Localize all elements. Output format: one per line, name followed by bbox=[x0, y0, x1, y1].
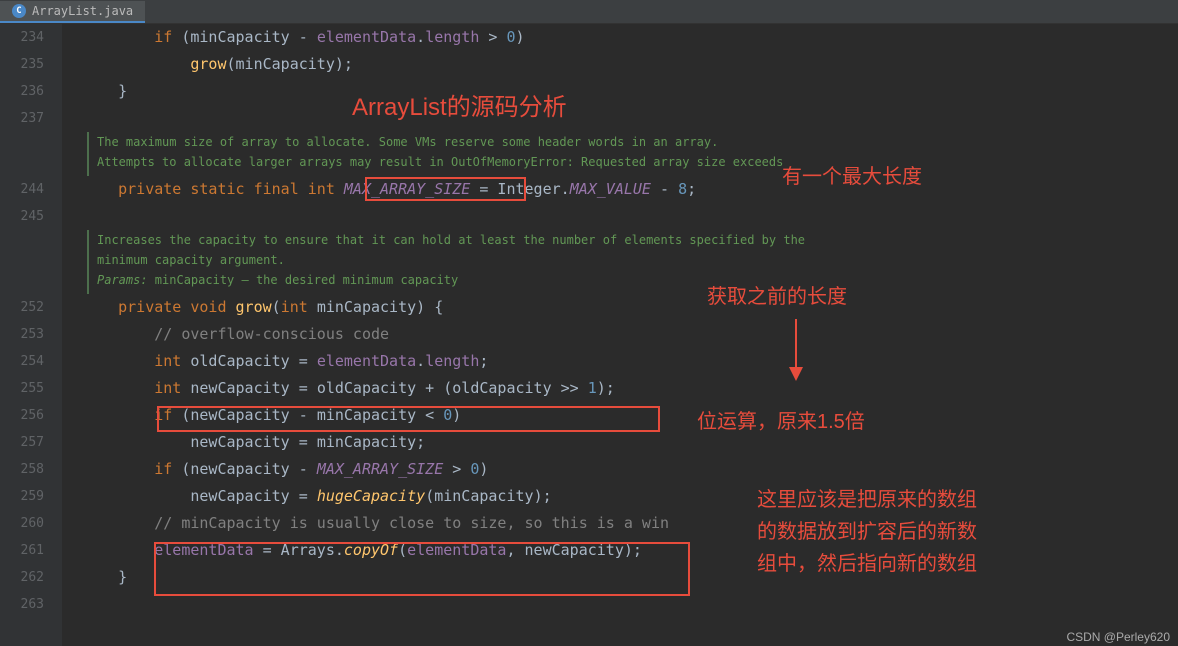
line-number: 257 bbox=[0, 429, 44, 456]
java-class-icon: C bbox=[12, 4, 26, 18]
arrow-icon bbox=[795, 319, 797, 379]
code-line: int newCapacity = oldCapacity + (oldCapa… bbox=[82, 375, 1178, 402]
code-line bbox=[82, 203, 1178, 230]
editor: 234 235 236 237 244 245 252 253 254 255 … bbox=[0, 24, 1178, 646]
tab-filename: ArrayList.java bbox=[32, 4, 133, 18]
code-area[interactable]: if (minCapacity - elementData.length > 0… bbox=[62, 24, 1178, 646]
code-line bbox=[82, 591, 1178, 618]
file-tab[interactable]: C ArrayList.java bbox=[0, 1, 145, 23]
code-line: } bbox=[82, 78, 1178, 105]
code-line: newCapacity = minCapacity; bbox=[82, 429, 1178, 456]
code-line: // minCapacity is usually close to size,… bbox=[82, 510, 1178, 537]
line-number: 244 bbox=[0, 176, 44, 203]
line-number: 256 bbox=[0, 402, 44, 429]
watermark: CSDN @Perley620 bbox=[1066, 630, 1170, 644]
tab-bar: C ArrayList.java bbox=[0, 0, 1178, 24]
line-number: 234 bbox=[0, 24, 44, 51]
code-line: // overflow-conscious code bbox=[82, 321, 1178, 348]
line-number: 252 bbox=[0, 294, 44, 321]
code-line: } bbox=[82, 564, 1178, 591]
javadoc-block: The maximum size of array to allocate. S… bbox=[87, 132, 1178, 176]
line-number: 237 bbox=[0, 105, 44, 132]
annotation-getprev: 获取之前的长度 bbox=[707, 284, 847, 311]
gutter: 234 235 236 237 244 245 252 253 254 255 … bbox=[0, 24, 62, 646]
line-number: 259 bbox=[0, 483, 44, 510]
line-number: 235 bbox=[0, 51, 44, 78]
line-number: 263 bbox=[0, 591, 44, 618]
annotation-title: ArrayList的源码分析 bbox=[352, 94, 567, 121]
code-line: grow(minCapacity); bbox=[82, 51, 1178, 78]
code-line bbox=[82, 105, 1178, 132]
line-number: 262 bbox=[0, 564, 44, 591]
line-number: 255 bbox=[0, 375, 44, 402]
code-line: private static final int MAX_ARRAY_SIZE … bbox=[82, 176, 1178, 203]
code-line: if (minCapacity - elementData.length > 0… bbox=[82, 24, 1178, 51]
code-line: elementData = Arrays.copyOf(elementData,… bbox=[82, 537, 1178, 564]
line-number: 258 bbox=[0, 456, 44, 483]
line-number: 260 bbox=[0, 510, 44, 537]
line-number: 245 bbox=[0, 203, 44, 230]
code-line: if (newCapacity - MAX_ARRAY_SIZE > 0) bbox=[82, 456, 1178, 483]
code-line: int oldCapacity = elementData.length; bbox=[82, 348, 1178, 375]
javadoc-block: Increases the capacity to ensure that it… bbox=[87, 230, 1178, 294]
line-number: 253 bbox=[0, 321, 44, 348]
line-number: 254 bbox=[0, 348, 44, 375]
code-line: private void grow(int minCapacity) { bbox=[82, 294, 1178, 321]
annotation-maxlen: 有一个最大长度 bbox=[782, 164, 922, 191]
annotation-copy: 这里应该是把原来的数组 的数据放到扩容后的新数 组中，然后指向新的数组 bbox=[757, 484, 977, 580]
annotation-bitop: 位运算，原来1.5倍 bbox=[697, 409, 865, 436]
line-number: 236 bbox=[0, 78, 44, 105]
line-number: 261 bbox=[0, 537, 44, 564]
code-line: newCapacity = hugeCapacity(minCapacity); bbox=[82, 483, 1178, 510]
code-line: if (newCapacity - minCapacity < 0) bbox=[82, 402, 1178, 429]
